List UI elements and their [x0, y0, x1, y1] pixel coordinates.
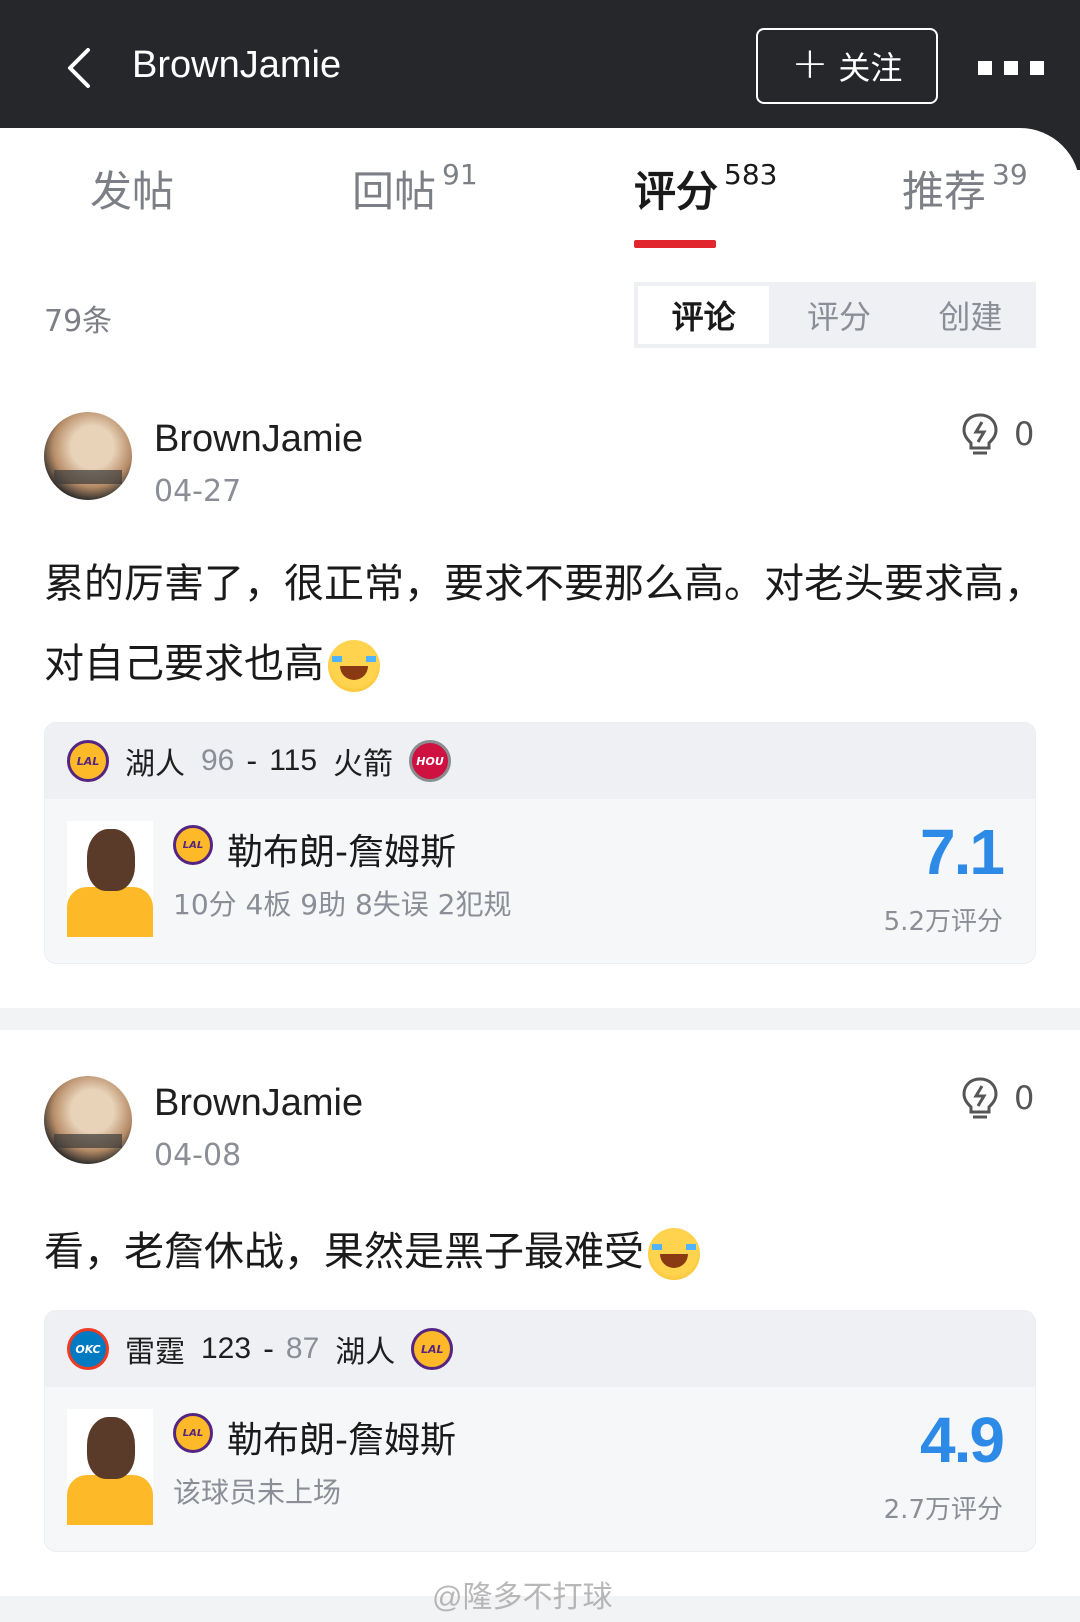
team-logo-thunder: OKC — [67, 1328, 109, 1370]
follow-label: 关注 — [838, 49, 903, 87]
back-arrow-icon — [68, 48, 90, 88]
back-button[interactable] — [62, 46, 102, 90]
player-head — [87, 829, 135, 891]
player-team-logo: LAL — [173, 825, 213, 865]
tab-count: 39 — [992, 158, 1028, 191]
player-jersey — [67, 1475, 153, 1525]
result-count: 79条 — [44, 304, 113, 339]
tab-count: 91 — [442, 158, 478, 191]
plus-icon: + — [791, 38, 829, 89]
rating-card[interactable]: OKC 雷霆 123 - 87 湖人 LAL LAL 勒布朗-詹姆斯 该球员未上… — [44, 1310, 1036, 1552]
like-button[interactable]: 0 — [960, 1076, 1034, 1120]
post-username[interactable]: BrownJamie — [154, 418, 363, 461]
like-button[interactable]: 0 — [960, 412, 1034, 456]
avatar[interactable] — [44, 412, 132, 500]
segment-ratings[interactable]: 评分 — [773, 282, 904, 348]
player-rating: 7.1 — [920, 816, 1005, 888]
section-divider — [0, 1008, 1080, 1030]
score-separator: - — [263, 1331, 274, 1367]
active-tab-indicator — [634, 240, 716, 248]
rating-count: 2.7万评分 — [883, 1495, 1003, 1525]
more-icon — [978, 61, 992, 75]
player-photo — [67, 1409, 153, 1525]
away-team-name: 火箭 — [333, 747, 394, 782]
player-jersey — [67, 887, 153, 937]
post-date: 04-08 — [154, 1138, 242, 1173]
like-count: 0 — [1014, 1079, 1035, 1117]
tab-count: 583 — [724, 158, 778, 191]
lightbulb-icon — [962, 1077, 998, 1119]
score-separator: - — [246, 743, 258, 779]
avatar[interactable] — [44, 1076, 132, 1164]
tab-bar: 发帖 回帖 91 评分 583 推荐 39 — [0, 158, 1080, 248]
more-icon — [1004, 61, 1018, 75]
player-stats: 10分 4板 9助 8失误 2犯规 — [173, 888, 512, 921]
game-score-row[interactable]: OKC 雷霆 123 - 87 湖人 LAL — [45, 1311, 1035, 1387]
post-date: 04-27 — [154, 474, 242, 509]
tab-label: 推荐 — [902, 167, 987, 216]
tab-label: 评分 — [634, 167, 719, 216]
post-text: 看，老詹休战，果然是黑子最难受 — [44, 1229, 644, 1275]
follow-button[interactable]: + 关注 — [756, 28, 938, 104]
rating-card[interactable]: LAL 湖人 96 - 115 火箭 HOU LAL 勒布朗-詹姆斯 10分 4… — [44, 722, 1036, 964]
team-logo-lakers: LAL — [67, 740, 109, 782]
more-icon — [1030, 61, 1044, 75]
home-team-name: 雷霆 — [125, 1335, 185, 1370]
profile-title: BrownJamie — [132, 44, 342, 86]
rating-count: 5.2万评分 — [883, 907, 1003, 937]
player-rating: 4.9 — [920, 1404, 1005, 1476]
post-text: 累的厉害了，很正常，要求不要那么高。对老头要求高，对自己要求也高 — [44, 561, 1044, 687]
away-score: 115 — [269, 744, 318, 777]
watermark: @隆多不打球 — [432, 1581, 613, 1614]
segment-created[interactable]: 创建 — [905, 282, 1036, 348]
tab-label: 发帖 — [90, 167, 175, 216]
laughing-tears-emoji — [648, 1228, 700, 1280]
player-head — [87, 1417, 135, 1479]
home-team-name: 湖人 — [125, 747, 185, 782]
laughing-tears-emoji — [328, 640, 380, 692]
team-logo-rockets: HOU — [409, 740, 452, 782]
away-team-name: 湖人 — [335, 1335, 396, 1370]
lightbulb-icon — [962, 413, 998, 455]
like-count: 0 — [1014, 415, 1035, 453]
segment-comments[interactable]: 评论 — [638, 286, 770, 344]
player-name: 勒布朗-詹姆斯 — [227, 1420, 456, 1461]
post-body: 看，老詹休战，果然是黑子最难受 — [44, 1212, 1044, 1292]
home-score: 96 — [201, 744, 235, 777]
home-score: 123 — [201, 1332, 252, 1365]
tab-label: 回帖 — [352, 167, 437, 216]
player-rating-row[interactable]: LAL 勒布朗-詹姆斯 该球员未上场 4.9 2.7万评分 — [45, 1387, 1035, 1547]
player-photo — [67, 821, 153, 937]
player-name: 勒布朗-詹姆斯 — [227, 832, 456, 873]
post-username[interactable]: BrownJamie — [154, 1082, 363, 1125]
away-score: 87 — [285, 1332, 320, 1365]
tab-recommend[interactable]: 推荐 39 — [902, 158, 1028, 219]
post-body: 累的厉害了，很正常，要求不要那么高。对老头要求高，对自己要求也高 — [44, 544, 1044, 704]
tab-posts[interactable]: 发帖 — [90, 158, 174, 219]
tab-ratings[interactable]: 评分 583 — [634, 158, 777, 219]
player-stats: 该球员未上场 — [173, 1476, 342, 1509]
player-team-logo: LAL — [173, 1413, 213, 1453]
team-logo-lakers: LAL — [411, 1328, 454, 1370]
player-rating-row[interactable]: LAL 勒布朗-詹姆斯 10分 4板 9助 8失误 2犯规 7.1 5.2万评分 — [45, 799, 1035, 959]
more-button[interactable] — [978, 58, 1068, 78]
segment-control: 评论 评分 创建 — [634, 282, 1036, 348]
tab-replies[interactable]: 回帖 91 — [352, 158, 478, 219]
game-score-row[interactable]: LAL 湖人 96 - 115 火箭 HOU — [45, 723, 1035, 799]
